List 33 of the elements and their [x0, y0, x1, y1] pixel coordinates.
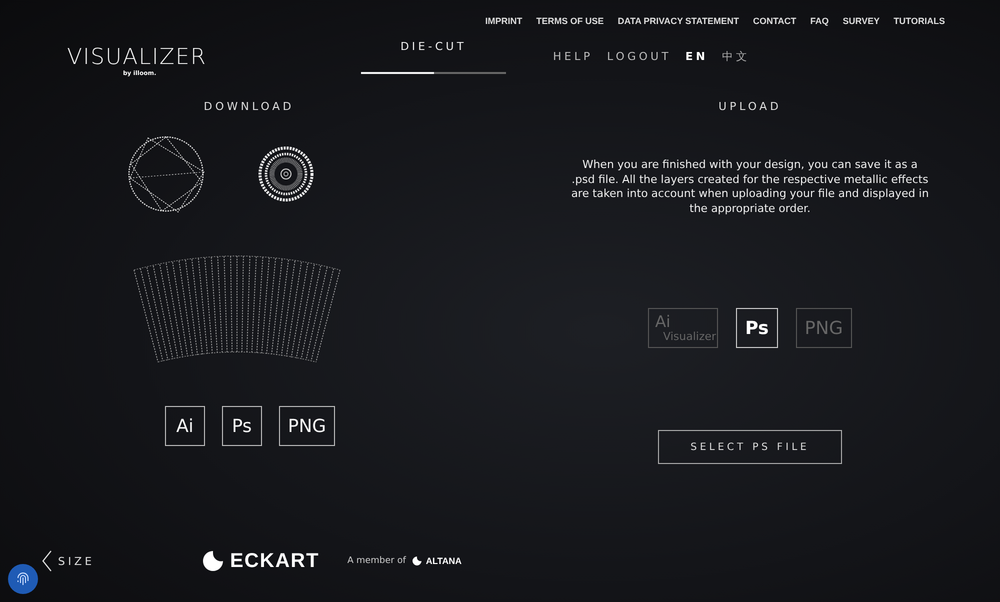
- format-button[interactable]: Ai: [164, 406, 205, 446]
- nav-link[interactable]: TUTORIALS: [894, 16, 945, 30]
- format-sublabel: Visualizer: [663, 330, 716, 343]
- language-link[interactable]: EN: [685, 50, 708, 64]
- format-button[interactable]: PNG: [278, 406, 336, 446]
- parent-brand-name: ALTANA: [426, 556, 462, 566]
- select-file-button[interactable]: SELECT PS FILE: [658, 430, 842, 464]
- nav-link[interactable]: TERMS OF USE: [536, 16, 604, 30]
- member-text: A member of: [347, 556, 406, 566]
- crescent-logo-icon: [202, 550, 224, 572]
- description-text: When you are finished with your design, you can save it as a .psd file. All the layers created for the respective metallic effects are taken into account when uploading your file and displayed in the appropriate order.: [570, 158, 930, 216]
- crescent-logo-icon: [412, 556, 422, 566]
- nav-link[interactable]: IMPRINT: [485, 16, 522, 30]
- nav-link[interactable]: SURVEY: [842, 16, 880, 30]
- fingerprint-icon: [15, 571, 31, 587]
- account-link[interactable]: LOGOUT: [606, 50, 672, 64]
- step-tab[interactable]: DIE-CUT: [400, 40, 467, 54]
- back-link[interactable]: SIZE: [42, 550, 202, 572]
- brand-name: ECKART: [230, 550, 320, 572]
- logo-wordmark: VISUALIZER: [67, 46, 207, 70]
- section-title: UPLOAD: [718, 100, 782, 114]
- nav-link[interactable]: DATA PRIVACY STATEMENT: [618, 16, 739, 30]
- account-link[interactable]: HELP: [553, 50, 593, 64]
- base-disc-drawing: [258, 146, 314, 202]
- fingerprint-button[interactable]: [8, 564, 38, 594]
- nav-link[interactable]: CONTACT: [752, 16, 796, 30]
- language-link[interactable]: 中文: [722, 50, 750, 64]
- format-button[interactable]: Ps: [222, 406, 262, 446]
- nav-link[interactable]: FAQ: [810, 16, 829, 30]
- chevron-left-icon: [42, 550, 52, 572]
- format-label: Ai: [655, 313, 670, 330]
- section-title: DOWNLOAD: [204, 100, 294, 114]
- format-button[interactable]: Ps: [736, 308, 778, 348]
